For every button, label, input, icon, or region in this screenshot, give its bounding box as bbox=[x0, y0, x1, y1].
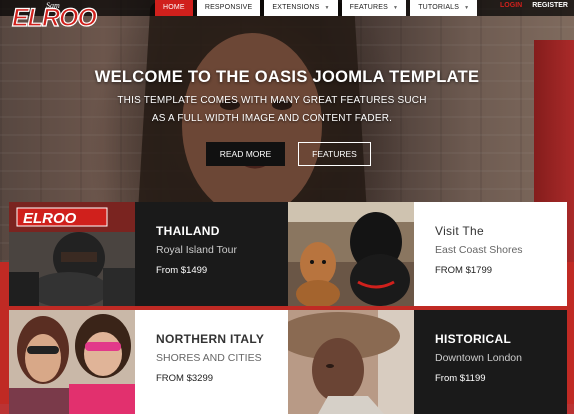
tour-card-historical[interactable]: HISTORICAL Downtown London From $1199 bbox=[288, 310, 567, 414]
card-price: FROM $3299 bbox=[156, 373, 214, 384]
svg-text:ELROO: ELROO bbox=[23, 210, 77, 227]
nav-features-label: FEATURES bbox=[349, 4, 389, 11]
auth-links: LOGIN REGISTER bbox=[500, 0, 568, 16]
chevron-down-icon: ▼ bbox=[393, 5, 399, 11]
card-image-dogs bbox=[288, 202, 414, 306]
nav-extensions[interactable]: EXTENSIONS ▼ bbox=[264, 0, 338, 16]
features-button[interactable]: FEATURES bbox=[298, 142, 371, 166]
card-image-woman-hat bbox=[288, 310, 414, 414]
card-image-women-sunglasses bbox=[9, 310, 135, 414]
nav-tutorials[interactable]: TUTORIALS ▼ bbox=[410, 0, 478, 16]
card-subtitle: SHORES AND CITIES bbox=[156, 352, 262, 364]
card-price: FROM $1799 bbox=[435, 265, 493, 276]
card-title: THAILAND bbox=[156, 224, 220, 238]
tour-card-east-coast[interactable]: Visit The East Coast Shores FROM $1799 bbox=[288, 202, 567, 306]
nav-home-label: HOME bbox=[163, 4, 185, 11]
card-subtitle: Royal Island Tour bbox=[156, 244, 237, 256]
hero-subtitle-line2: AS A FULL WIDTH IMAGE AND CONTENT FADER. bbox=[151, 113, 393, 124]
nav-extensions-label: EXTENSIONS bbox=[272, 4, 320, 11]
register-link[interactable]: REGISTER bbox=[532, 0, 568, 16]
card-title: Visit The bbox=[435, 224, 484, 238]
chevron-down-icon: ▼ bbox=[464, 5, 470, 11]
tour-card-northern-italy[interactable]: NORTHERN ITALY SHORES AND CITIES FROM $3… bbox=[9, 310, 288, 414]
hero-subtitle-line1: THIS TEMPLATE COMES WITH MANY GREAT FEAT… bbox=[117, 95, 427, 106]
card-title: HISTORICAL bbox=[435, 332, 512, 346]
chevron-down-icon: ▼ bbox=[324, 5, 330, 11]
read-more-button[interactable]: READ MORE bbox=[206, 142, 285, 166]
hero-title: WELCOME TO THE OASIS JOOMLA TEMPLATE bbox=[94, 68, 480, 86]
card-subtitle: Downtown London bbox=[435, 352, 522, 364]
logo-text: ELROO bbox=[12, 4, 97, 30]
site-logo[interactable]: Sam ELROO bbox=[8, 0, 138, 30]
card-title: NORTHERN ITALY bbox=[156, 332, 265, 346]
nav-home[interactable]: HOME bbox=[155, 0, 193, 16]
login-link[interactable]: LOGIN bbox=[500, 0, 522, 16]
tour-cards: ELROO THAILAND Royal Island Tour From $1… bbox=[9, 202, 567, 414]
nav-features[interactable]: FEATURES ▼ bbox=[341, 0, 407, 16]
nav-responsive[interactable]: RESPONSIVE bbox=[196, 0, 261, 16]
nav-tutorials-label: TUTORIALS bbox=[418, 4, 460, 11]
card-price: From $1499 bbox=[156, 265, 208, 276]
card-price: From $1199 bbox=[435, 373, 486, 384]
nav-responsive-label: RESPONSIVE bbox=[204, 4, 253, 11]
main-nav: HOME RESPONSIVE EXTENSIONS ▼ FEATURES ▼ TU… bbox=[155, 0, 478, 16]
tour-card-thailand[interactable]: ELROO THAILAND Royal Island Tour From $1… bbox=[9, 202, 288, 306]
card-subtitle: East Coast Shores bbox=[435, 244, 523, 256]
card-image-racing-kid: ELROO bbox=[9, 202, 135, 306]
